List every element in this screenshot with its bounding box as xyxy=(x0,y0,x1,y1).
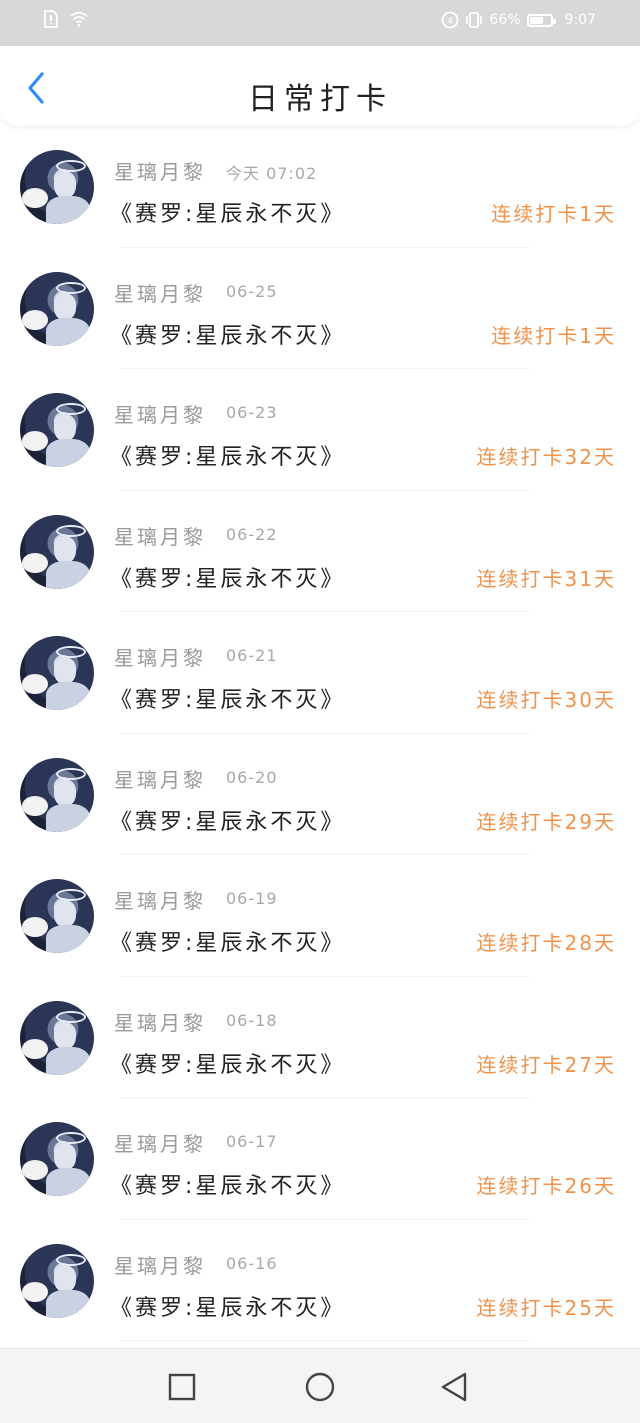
sim-alert-icon xyxy=(44,10,58,28)
checkin-list: 星璃月黎 今天 07:02 《赛罗:星辰永不灭》 连续打卡1天 星璃月黎 06-… xyxy=(0,126,640,1341)
book-title: 《赛罗:星辰永不灭》 xyxy=(110,323,346,349)
book-title: 《赛罗:星辰永不灭》 xyxy=(110,566,346,592)
list-item[interactable]: 星璃月黎 06-25 《赛罗:星辰永不灭》 连续打卡1天 xyxy=(0,248,640,369)
book-title: 《赛罗:星辰永不灭》 xyxy=(110,445,346,470)
checkin-date: 06-16 xyxy=(226,1253,278,1273)
clock: 9:07 xyxy=(564,12,596,28)
list-item[interactable]: 星璃月黎 06-17 《赛罗:星辰永不灭》 连续打卡26天 xyxy=(0,1098,640,1220)
avatar xyxy=(20,1122,94,1196)
avatar xyxy=(20,1000,94,1075)
data-saver-icon: 4 xyxy=(442,11,459,29)
recent-apps-button[interactable] xyxy=(164,1369,200,1405)
avatar xyxy=(20,636,94,710)
list-item[interactable]: 星璃月黎 06-19 《赛罗:星辰永不灭》 连续打卡28天 xyxy=(0,855,640,977)
user-name: 星璃月黎 xyxy=(114,524,206,549)
list-item[interactable]: 星璃月黎 今天 07:02 《赛罗:星辰永不灭》 连续打卡1天 xyxy=(0,126,640,248)
svg-text:4: 4 xyxy=(447,16,453,27)
streak-label: 连续打卡28天 xyxy=(476,931,616,955)
checkin-date: 06-20 xyxy=(226,767,278,787)
user-name: 星璃月黎 xyxy=(114,160,206,184)
home-button[interactable] xyxy=(302,1369,338,1405)
triangle-back-icon xyxy=(441,1372,467,1402)
book-title: 《赛罗:星辰永不灭》 xyxy=(110,809,346,835)
book-title: 《赛罗:星辰永不灭》 xyxy=(110,202,346,227)
system-nav-bar xyxy=(0,1348,640,1423)
status-right-icons: 4 66% 9:07 xyxy=(441,11,596,29)
divider xyxy=(120,1340,530,1341)
checkin-date: 06-18 xyxy=(226,1010,278,1030)
book-title: 《赛罗:星辰永不灭》 xyxy=(110,1295,346,1321)
checkin-date: 06-25 xyxy=(226,281,278,301)
list-item[interactable]: 星璃月黎 06-21 《赛罗:星辰永不灭》 连续打卡30天 xyxy=(0,612,640,734)
user-name: 星璃月黎 xyxy=(114,403,206,427)
list-item[interactable]: 星璃月黎 06-23 《赛罗:星辰永不灭》 连续打卡32天 xyxy=(0,369,640,491)
header-bar: 日常打卡 xyxy=(0,46,640,126)
streak-label: 连续打卡27天 xyxy=(476,1052,616,1077)
checkin-date: 今天 07:02 xyxy=(226,164,318,183)
battery-percent: 66% xyxy=(489,12,521,28)
user-name: 星璃月黎 xyxy=(114,646,206,670)
user-name: 星璃月黎 xyxy=(114,889,206,913)
system-back-button[interactable] xyxy=(436,1369,472,1405)
checkin-date: 06-19 xyxy=(226,889,278,908)
book-title: 《赛罗:星辰永不灭》 xyxy=(110,1052,346,1078)
streak-label: 连续打卡25天 xyxy=(476,1295,616,1320)
book-title: 《赛罗:星辰永不灭》 xyxy=(110,688,346,713)
streak-label: 连续打卡30天 xyxy=(476,688,616,712)
checkin-date: 06-17 xyxy=(226,1132,278,1151)
checkin-date: 06-21 xyxy=(226,646,278,665)
avatar xyxy=(20,393,94,467)
page-title: 日常打卡 xyxy=(248,82,392,117)
list-item[interactable]: 星璃月黎 06-16 《赛罗:星辰永不灭》 连续打卡25天 xyxy=(0,1220,640,1341)
streak-label: 连续打卡1天 xyxy=(491,323,616,348)
list-item[interactable]: 星璃月黎 06-22 《赛罗:星辰永不灭》 连续打卡31天 xyxy=(0,491,640,612)
vibrate-icon xyxy=(466,12,483,28)
avatar xyxy=(20,879,94,953)
book-title: 《赛罗:星辰永不灭》 xyxy=(110,1174,346,1199)
streak-label: 连续打卡31天 xyxy=(476,566,616,591)
circle-icon xyxy=(305,1372,335,1402)
checkin-date: 06-22 xyxy=(226,524,278,544)
user-name: 星璃月黎 xyxy=(114,1132,206,1156)
streak-label: 连续打卡32天 xyxy=(476,445,616,469)
list-item[interactable]: 星璃月黎 06-20 《赛罗:星辰永不灭》 连续打卡29天 xyxy=(0,734,640,855)
user-name: 星璃月黎 xyxy=(114,1253,206,1278)
avatar xyxy=(20,757,94,832)
status-bar: 4 66% 9:07 xyxy=(0,0,640,46)
avatar xyxy=(20,1243,94,1318)
user-name: 星璃月黎 xyxy=(114,281,206,306)
battery-icon xyxy=(526,13,556,27)
status-left-icons xyxy=(42,10,88,28)
list-item[interactable]: 星璃月黎 06-18 《赛罗:星辰永不灭》 连续打卡27天 xyxy=(0,977,640,1098)
streak-label: 连续打卡26天 xyxy=(476,1174,616,1198)
user-name: 星璃月黎 xyxy=(114,767,206,792)
book-title: 《赛罗:星辰永不灭》 xyxy=(110,931,346,956)
streak-label: 连续打卡29天 xyxy=(476,809,616,834)
wifi-icon xyxy=(70,11,88,27)
square-icon xyxy=(168,1373,196,1401)
checkin-date: 06-23 xyxy=(226,403,278,422)
avatar xyxy=(20,150,94,224)
streak-label: 连续打卡1天 xyxy=(491,202,616,226)
avatar xyxy=(20,271,94,346)
avatar xyxy=(20,514,94,589)
user-name: 星璃月黎 xyxy=(114,1010,206,1035)
